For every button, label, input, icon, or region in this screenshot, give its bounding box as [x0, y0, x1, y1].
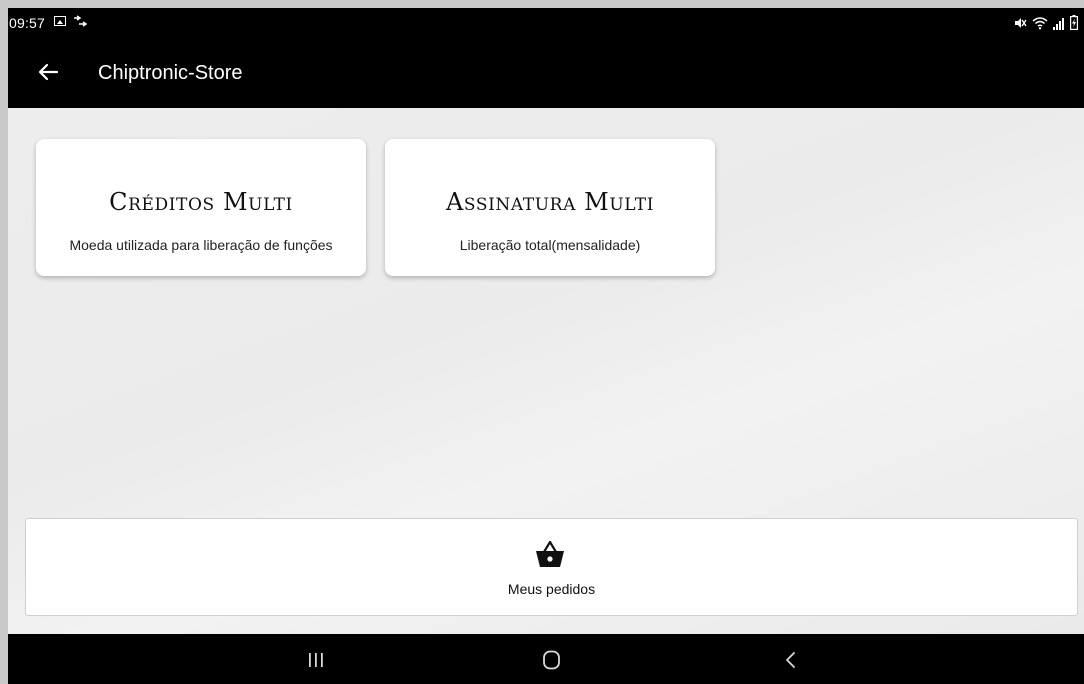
card-creditos-multi[interactable]: Créditos Multi Moeda utilizada para libe… — [36, 139, 366, 276]
meus-pedidos-label: Meus pedidos — [507, 581, 596, 597]
status-left-icons — [54, 15, 87, 27]
meus-pedidos-button[interactable]: Meus pedidos — [25, 518, 1078, 616]
wifi-icon — [1032, 16, 1048, 29]
status-right-icons — [1013, 15, 1078, 30]
navigation-bar — [8, 634, 1084, 684]
gallery-icon — [54, 16, 66, 26]
mute-icon — [1015, 17, 1027, 28]
back-icon[interactable] — [780, 649, 806, 671]
app-title: Chiptronic-Store — [98, 62, 243, 84]
cast-icon — [74, 15, 87, 27]
card-subtitle: Moeda utilizada para liberação de funçõe… — [69, 237, 333, 253]
status-bar: 09:57 — [8, 8, 1084, 38]
home-icon[interactable] — [539, 649, 565, 671]
status-time: 09:57 — [9, 15, 46, 31]
app-bar: Chiptronic-Store — [8, 38, 1084, 108]
recent-apps-icon[interactable] — [303, 649, 329, 671]
battery-icon — [1070, 15, 1078, 30]
card-subtitle: Liberação total(mensalidade) — [459, 237, 641, 253]
app-screen: 09:57 Chiptronic-Store Créditos Multi Mo… — [8, 8, 1084, 684]
signal-icon — [1053, 17, 1064, 30]
card-title: Créditos Multi — [109, 188, 293, 216]
basket-icon — [536, 540, 564, 567]
back-arrow-icon[interactable] — [35, 58, 63, 86]
card-assinatura-multi[interactable]: Assinatura Multi Liberação total(mensali… — [385, 139, 715, 276]
card-title: Assinatura Multi — [445, 188, 655, 216]
